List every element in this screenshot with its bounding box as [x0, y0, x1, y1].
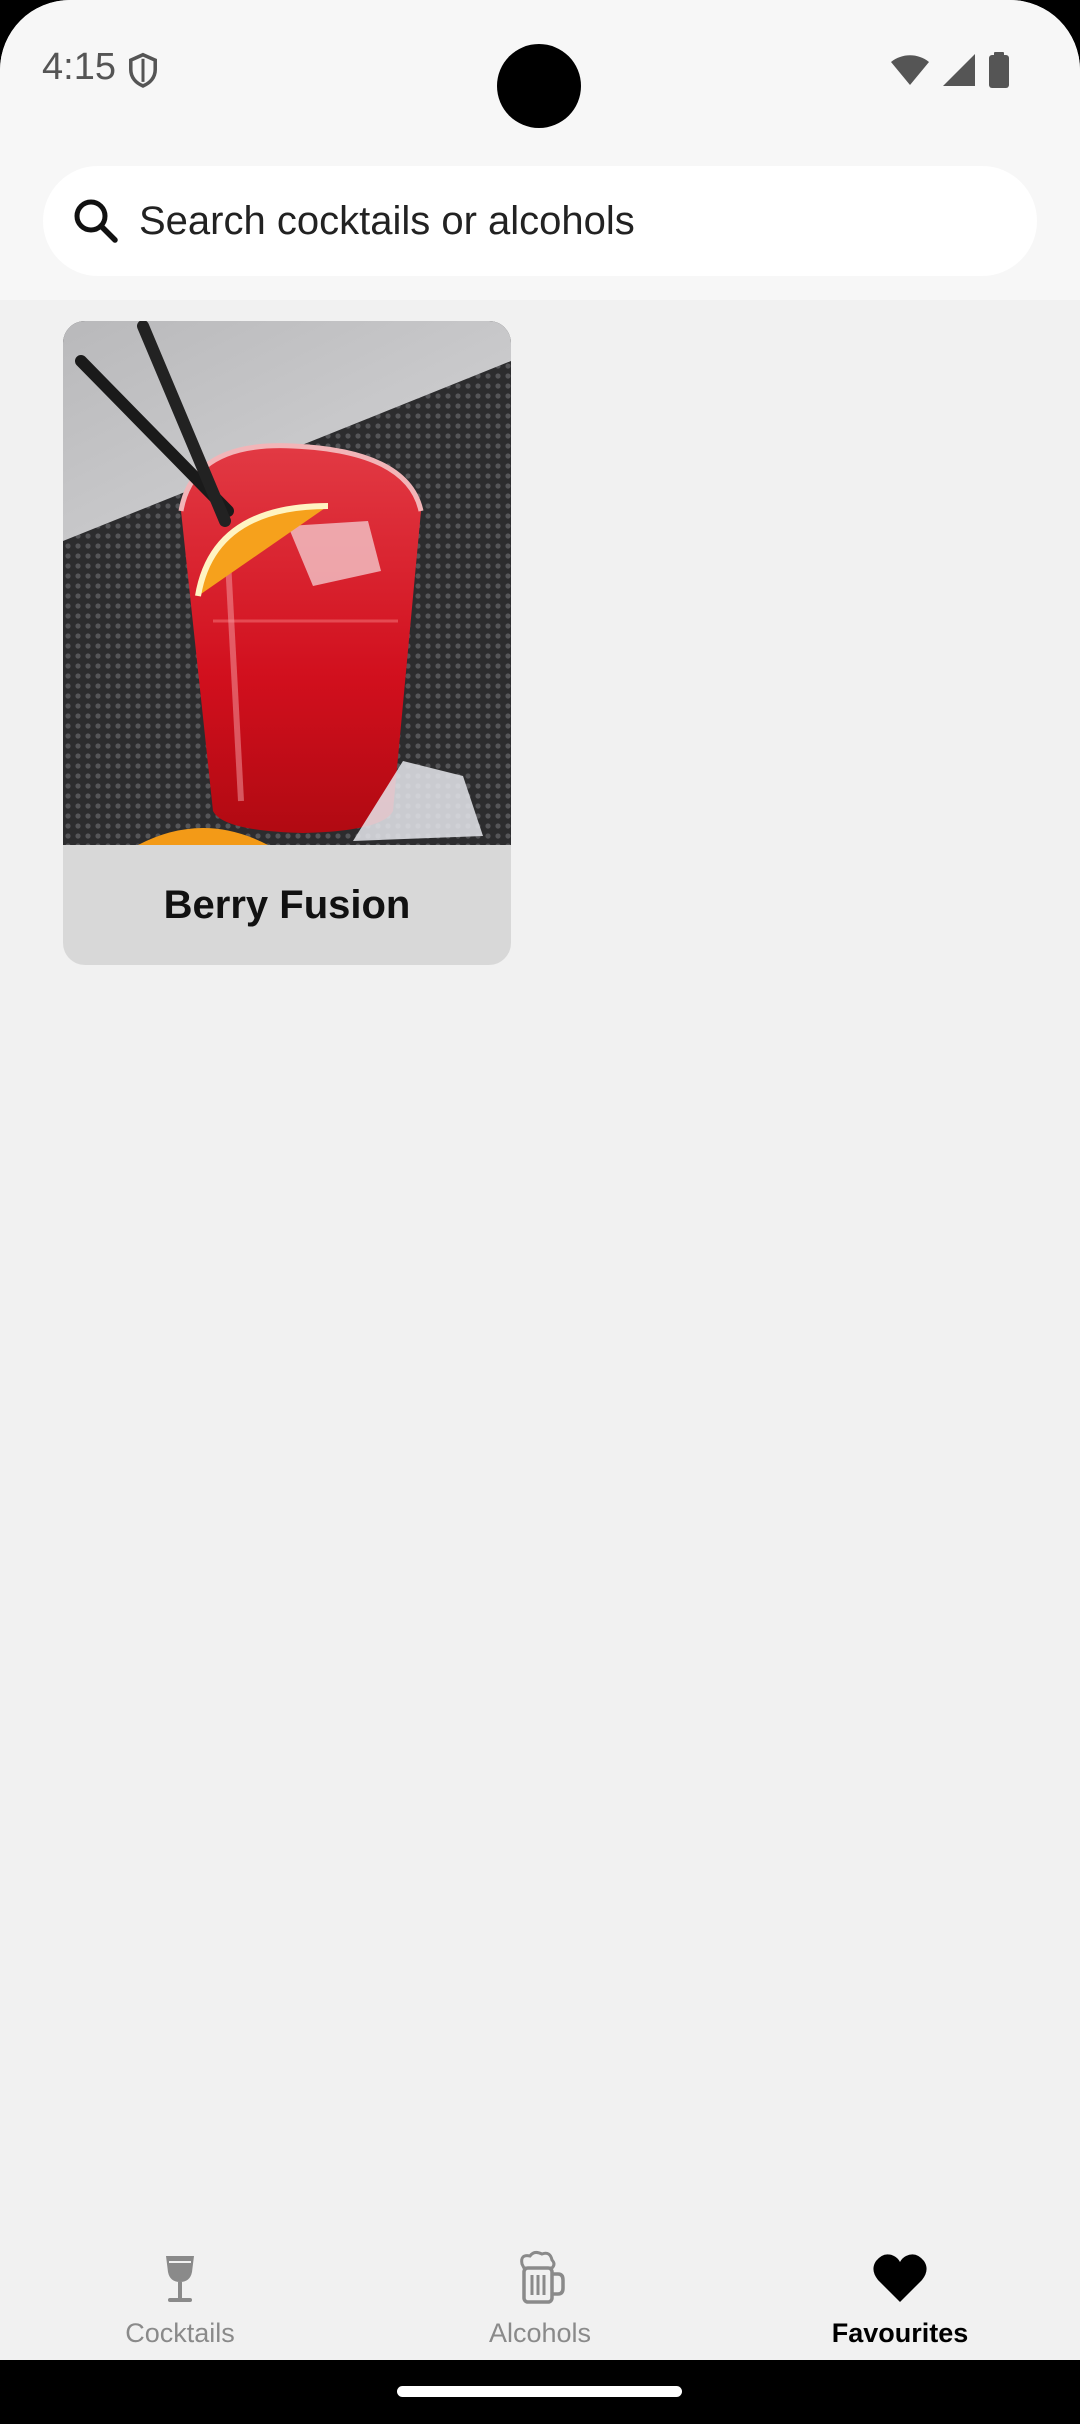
beer-mug-icon: [520, 2250, 565, 2304]
front-camera: [497, 44, 581, 128]
wifi-icon: [891, 55, 929, 85]
search-header: [0, 140, 1080, 300]
search-icon: [74, 199, 118, 243]
cocktail-image: [63, 321, 511, 845]
signal-icon: [943, 54, 975, 86]
nav-alcohols[interactable]: Alcohols: [360, 2228, 720, 2360]
status-bar: 4:15: [0, 0, 1080, 140]
nav-cocktails[interactable]: Cocktails: [0, 2228, 360, 2360]
heart-icon: [873, 2254, 927, 2302]
status-time: 4:15: [42, 46, 116, 88]
cocktail-card[interactable]: Berry Fusion: [63, 321, 511, 965]
app-screen: 4:15 Search cocktails or alcohols Berry …: [0, 0, 1080, 2424]
cocktail-glass-icon: [166, 2256, 194, 2302]
status-icons: [890, 52, 1010, 88]
battery-icon: [989, 52, 1009, 88]
bottom-navigation: Cocktails Alcohols Favourites: [0, 2228, 1080, 2360]
search-input[interactable]: [139, 198, 1019, 244]
cocktail-name: Berry Fusion: [163, 882, 411, 927]
home-indicator[interactable]: [397, 2386, 682, 2397]
shield-icon: [129, 52, 157, 88]
nav-label-alcohols: Alcohols: [488, 2318, 592, 2348]
search-bar[interactable]: [43, 166, 1037, 276]
nav-label-cocktails: Cocktails: [125, 2318, 235, 2348]
nav-favourites[interactable]: Favourites: [720, 2228, 1080, 2360]
nav-label-favourites: Favourites: [831, 2318, 969, 2348]
